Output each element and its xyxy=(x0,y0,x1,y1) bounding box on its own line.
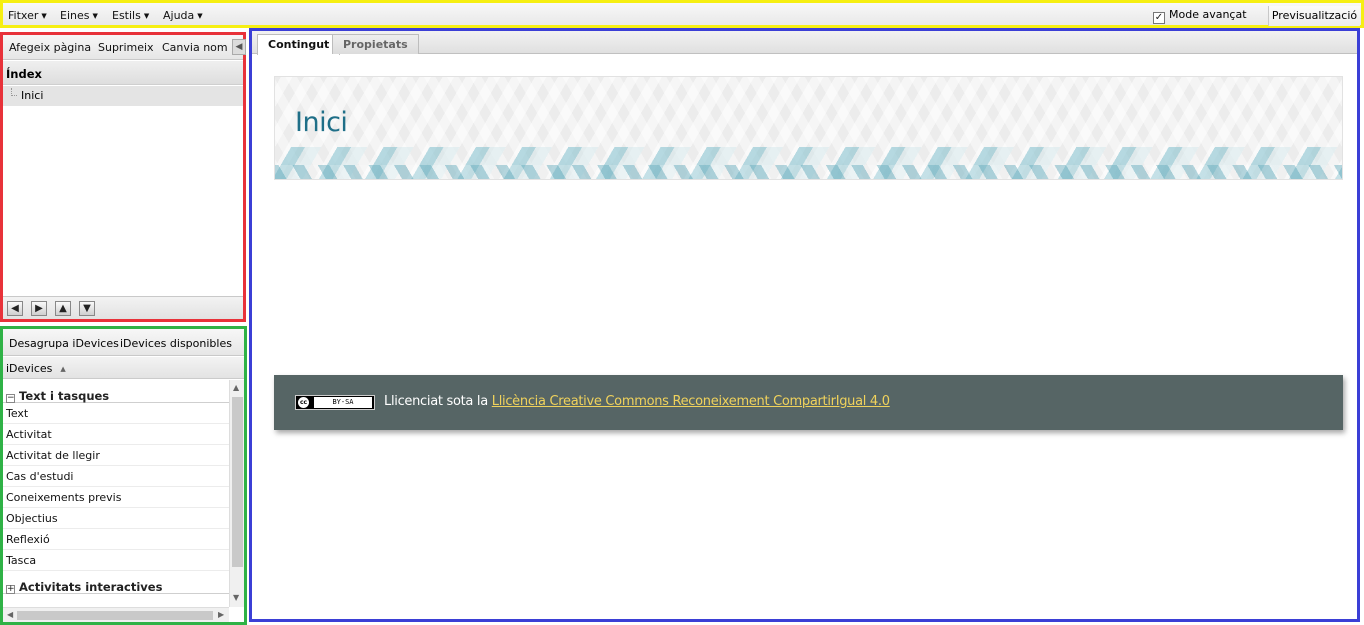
idevice-item[interactable]: Activitat de llegir xyxy=(3,445,229,466)
tab-strip: Contingut Propietats xyxy=(252,31,1357,55)
idevice-item[interactable]: Cas d'estudi xyxy=(3,466,229,487)
group-activitats-interactives[interactable]: + Activitats interactives xyxy=(3,571,229,594)
idevices-list: − Text i tasques Text Activitat Activitat… xyxy=(3,380,229,607)
idevices-panel: Desagrupa iDevices iDevices disponibles … xyxy=(0,326,247,625)
chevron-down-icon: ▼ xyxy=(41,12,47,20)
menu-eines[interactable]: Eines ▼ xyxy=(60,9,98,22)
add-page-button[interactable]: Afegeix pàgina xyxy=(9,41,91,54)
outline-node-inici[interactable]: Inici xyxy=(3,86,243,106)
arrow-left-icon[interactable]: ◀ xyxy=(7,301,23,316)
chevron-down-icon: ▼ xyxy=(143,12,150,20)
scroll-down-icon[interactable]: ▼ xyxy=(233,593,239,602)
cc-license-badge-icon[interactable]: cc BY-SA xyxy=(295,395,375,410)
advanced-mode-label: Mode avançat xyxy=(1169,8,1247,21)
license-footer: cc BY-SA Llicenciat sota la Llicència Cr… xyxy=(274,375,1343,430)
outline-panel: Afegeix pàgina Suprimeix Canvia nom ◀ Ín… xyxy=(0,32,246,322)
collapse-minus-icon[interactable]: − xyxy=(6,394,15,403)
tree-line-icon xyxy=(11,88,17,96)
license-link[interactable]: Llicència Creative Commons Reconeixement… xyxy=(492,394,890,409)
scroll-right-icon[interactable]: ▶ xyxy=(218,610,224,619)
menu-bar: Fitxer ▼ Eines ▼ Estils ▼ Ajuda ▼ ✓ Mode avan… xyxy=(0,0,1364,28)
expand-plus-icon[interactable]: + xyxy=(6,585,15,594)
delete-page-button[interactable]: Suprimeix xyxy=(98,41,154,54)
idevice-item[interactable]: Tasca xyxy=(3,550,229,571)
idevice-item[interactable]: Objectius xyxy=(3,508,229,529)
license-text: Llicenciat sota la Llicència Creative Co… xyxy=(384,394,890,409)
group-label: Text i tasques xyxy=(19,389,110,403)
available-idevices-button[interactable]: iDevices disponibles xyxy=(120,337,232,350)
banner-stripes-lower xyxy=(275,165,1342,179)
arrow-right-icon[interactable]: ▶ xyxy=(31,301,47,316)
main-content-panel: Contingut Propietats Inici cc BY-SA Llic… xyxy=(249,28,1360,622)
menu-ajuda[interactable]: Ajuda ▼ xyxy=(163,9,203,22)
checkbox-checked-icon[interactable]: ✓ xyxy=(1153,12,1165,24)
license-prefix: Llicenciat sota la xyxy=(384,394,488,409)
page-header-banner: Inici xyxy=(274,76,1343,180)
idevice-item[interactable]: Activitat xyxy=(3,424,229,445)
vertical-scrollbar[interactable]: ▲ ▼ xyxy=(229,380,244,607)
group-label: Activitats interactives xyxy=(19,580,163,594)
advanced-mode-toggle[interactable]: ✓ Mode avançat xyxy=(1153,8,1247,24)
scroll-left-icon[interactable]: ◀ xyxy=(7,610,13,619)
tab-propietats[interactable]: Propietats xyxy=(332,34,419,54)
menu-estils[interactable]: Estils ▼ xyxy=(112,9,149,22)
rename-page-button[interactable]: Canvia nom xyxy=(162,41,228,54)
outline-nav-bar: ◀ ▶ ▲ ▼ xyxy=(3,296,243,319)
idevice-item[interactable]: Reflexió xyxy=(3,529,229,550)
idevice-item[interactable]: Text xyxy=(3,403,229,424)
outline-toolbar: Afegeix pàgina Suprimeix Canvia nom ◀ xyxy=(3,35,246,60)
ungroup-idevices-button[interactable]: Desagrupa iDevices xyxy=(9,337,119,350)
sort-asc-icon: ▲ xyxy=(60,365,66,373)
cc-badge-label: BY-SA xyxy=(314,397,372,408)
preview-button[interactable]: Previsualització xyxy=(1268,6,1360,26)
page-title: Inici xyxy=(295,107,348,138)
cc-logo: cc xyxy=(298,397,309,408)
arrow-down-icon[interactable]: ▼ xyxy=(79,301,95,316)
idevice-item[interactable]: Coneixements previs xyxy=(3,487,229,508)
chevron-down-icon: ▼ xyxy=(197,12,203,20)
menu-fitxer[interactable]: Fitxer ▼ xyxy=(8,9,47,22)
collapse-panel-icon[interactable]: ◀ xyxy=(232,39,246,55)
tab-contingut[interactable]: Contingut xyxy=(257,34,341,55)
idevices-column-header[interactable]: iDevices ▲ xyxy=(3,357,244,379)
scrollbar-thumb[interactable] xyxy=(232,397,243,567)
outline-node-label: Inici xyxy=(21,89,44,102)
scrollbar-thumb[interactable] xyxy=(17,611,213,620)
scroll-up-icon[interactable]: ▲ xyxy=(233,383,239,392)
arrow-up-icon[interactable]: ▲ xyxy=(55,301,71,316)
chevron-down-icon: ▼ xyxy=(92,12,98,20)
group-text-i-tasques[interactable]: − Text i tasques xyxy=(3,380,229,403)
idevices-column-label: iDevices xyxy=(6,362,53,375)
horizontal-scrollbar[interactable]: ◀ ▶ xyxy=(3,607,229,622)
idevices-toolbar: Desagrupa iDevices iDevices disponibles xyxy=(3,329,244,356)
outline-header: Índex xyxy=(3,61,243,85)
